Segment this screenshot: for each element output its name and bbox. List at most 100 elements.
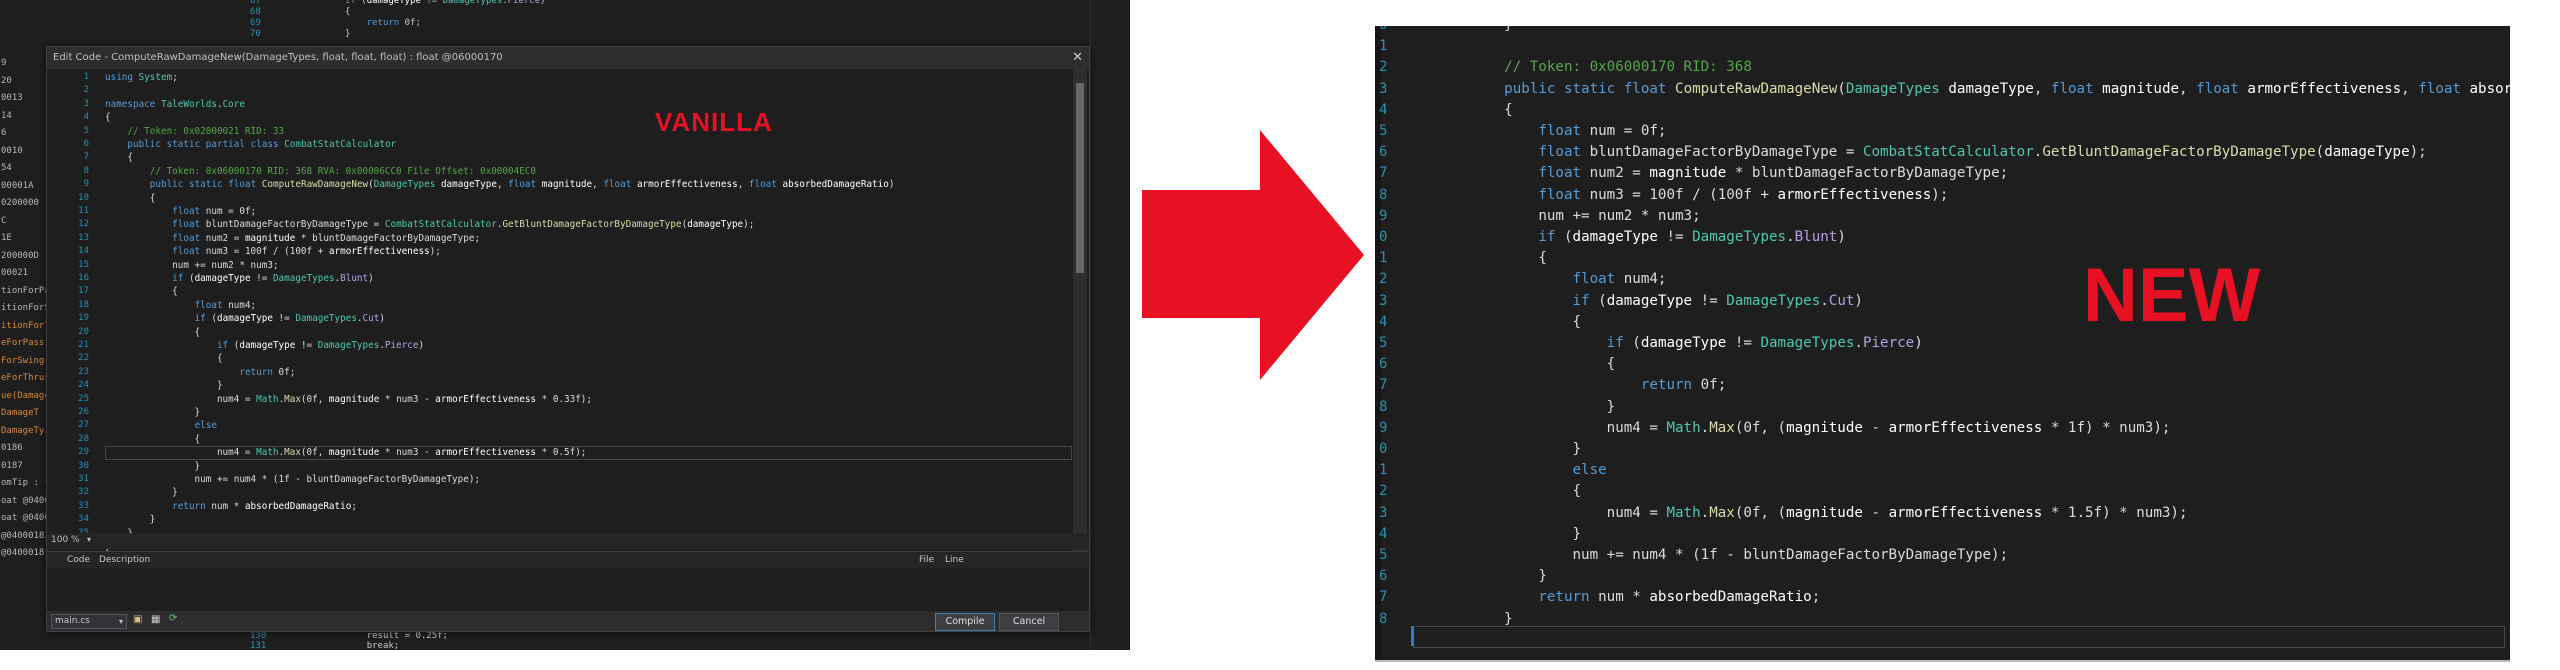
code-line: { [1470,483,1582,500]
new-screenshot: NEW 0 } 1 2 // Token: 0x06000170 RID: 368 3… [1375,26,2510,662]
code-line: return 0f; [239,366,296,378]
line-number: 1 [1379,462,1388,479]
zoom-dropdown-icon[interactable]: ▾ [87,535,91,544]
line-number: 22 [78,353,89,364]
code-line: // Token: 0x06000170 RID: 368 RVA: 0x000… [149,165,536,177]
background-member-item: 0200000 [1,198,39,208]
background-member-item: DamageT [1,408,39,418]
line-number: 33 [78,500,89,511]
line-number: 2 [1379,271,1388,288]
line-number: 11 [78,206,89,216]
line-number: 25 [78,393,89,404]
grid-icon[interactable]: ▦ [151,614,160,625]
line-number: 13 [78,232,89,243]
zoom-level[interactable]: 100 % [51,534,85,547]
chevron-down-icon: ▾ [118,617,123,626]
line-number: 16 [78,273,89,283]
code-line: if (damageType != DamageTypes.Pierce) [345,0,546,6]
line-number: 34 [78,514,89,525]
current-line-highlight [1413,626,2505,648]
line-number: 6 [83,139,89,149]
line-number: 1 [1379,38,1388,55]
line-number: 14 [78,246,89,257]
vanilla-label: VANILLA [655,107,773,137]
code-line: } [1470,398,1616,415]
code-line: { [1470,313,1582,330]
line-number: 8 [1379,186,1388,203]
zoom-bar: 100 % ▾ [47,533,1089,549]
line-number: 5 [1379,123,1388,139]
scrollbar-thumb[interactable] [1076,83,1084,273]
line-number: 8 [83,165,89,176]
code-line: } [105,487,178,499]
folder-icon[interactable]: ▣ [133,614,142,625]
line-number: 130 [250,631,267,641]
close-icon[interactable]: ✕ [1072,47,1083,69]
error-col-description[interactable]: Description [99,555,150,565]
background-member-item: tionForPa [1,285,50,296]
line-number: 2 [83,85,89,96]
code-line: } [1470,610,1513,627]
error-list [47,568,1089,610]
line-number: 2 [1379,483,1388,500]
line-number: 26 [78,407,89,417]
compile-button[interactable]: Compile [935,613,995,631]
background-code-top: 67 if (damageType != DamageTypes.Pierce)… [250,0,1090,46]
background-member-item: 6 [1,128,7,138]
line-number: 6 [1379,144,1388,161]
code-line: if (damageType != DamageTypes.Cut) [194,313,385,325]
background-member-item: DamageTy [1,425,45,436]
error-col-file[interactable]: File [919,555,934,565]
code-line: { [1470,356,1616,373]
line-number: 30 [78,460,89,471]
file-select[interactable]: main.cs ▾ [51,614,127,629]
code-line: if (damageType != DamageTypes.Blunt) [172,273,374,284]
background-member-item: 0186 [1,443,23,453]
background-member-item: 0010 [1,145,23,156]
line-number: 68 [250,7,261,17]
background-member-item: @04000183 [1,530,50,541]
code-line: } [1470,525,1582,542]
code-line: { [105,112,111,124]
code-line: num += num4 * (1f - bluntDamageFactorByD… [1470,547,2009,563]
line-number: 69 [250,18,261,28]
code-line: float bluntDamageFactorByDamageType = Co… [172,219,755,231]
line-number: 131 [250,641,267,650]
code-line: // Token: 0x06000170 RID: 368 [1504,59,1752,76]
refresh-icon[interactable]: ⟳ [169,613,177,624]
code-editor[interactable]: VANILLA 1 using System; 2 3 namespace TaleWo… [47,69,1089,552]
background-member-item: 14 [1,110,12,121]
code-line: } [1470,26,1513,33]
error-col-code[interactable]: Code [67,555,90,565]
line-number: 17 [78,286,89,297]
code-line: float bluntDamageFactorByDamageType = Co… [1538,144,2427,161]
code-line: float num2 = magnitude * bluntDamageFact… [172,232,481,244]
line-number: 67 [250,0,261,6]
code-line: return num * absorbedDamageRatio; [172,500,357,512]
code-line: public static partial class CombatStatCa… [127,139,397,150]
code-line: num += num2 * num3; [1470,207,1701,224]
background-member-item: 1E [1,233,12,243]
vertical-scrollbar[interactable] [1073,69,1087,551]
line-number: 6 [1379,568,1388,585]
line-number: 10 [78,192,89,203]
background-member-item: 200000D [1,250,39,261]
background-member-item: 0013 [1,93,23,103]
background-member-item: 54 [1,163,12,173]
code-line: float num4; [1572,271,1667,288]
background-member-item: 20 [1,75,12,86]
line-number: 5 [1379,335,1388,351]
code-line: { [105,433,201,445]
line-number: 21 [78,340,89,350]
code-line: if (damageType != DamageTypes.Cut) [1572,292,1863,309]
cancel-button[interactable]: Cancel [999,613,1059,631]
line-number: 5 [1379,547,1388,563]
code-line: return num * absorbedDamageRatio; [1538,589,1821,606]
error-col-line[interactable]: Line [945,555,964,565]
code-line: float num = 0f; [172,206,257,217]
code-line: num4 = Math.Max(0f, (magnitude - armorEf… [1470,504,2188,521]
code-line: { [105,353,223,365]
code-line: } [105,514,156,526]
line-number: 7 [1379,589,1388,606]
background-member-item: oat @0400 [1,495,50,506]
